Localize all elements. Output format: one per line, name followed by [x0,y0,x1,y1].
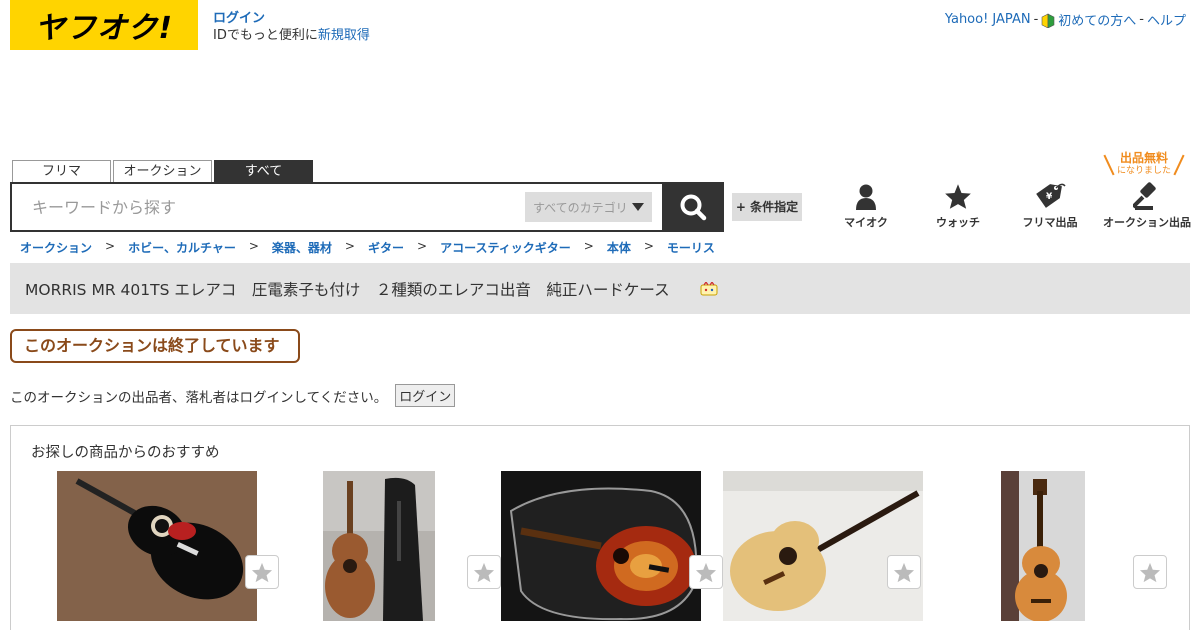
category-select-label: すべてのカテゴリ [533,200,628,215]
auction-ended-badge: このオークションは終了しています [10,329,300,363]
watch-star-button[interactable] [887,555,921,589]
recommendation-item[interactable] [723,471,945,621]
recommendation-item[interactable] [945,471,1167,621]
breadcrumb-separator: > [583,239,594,253]
breadcrumb-item[interactable]: ギター [368,239,404,256]
breadcrumb-separator: > [643,239,654,253]
recommendation-item[interactable] [501,471,723,621]
gavel-icon [1133,182,1156,210]
tab-flea-market[interactable]: フリマ [12,160,111,182]
price-tag-icon: ¥ [1036,183,1066,208]
nav-my-auction[interactable]: マイオク [820,180,912,230]
login-notice: このオークションの出品者、落札者はログインしてください。 ログイン [10,384,456,407]
star-icon [893,562,915,582]
watch-star-button[interactable] [1133,555,1167,589]
register-link[interactable]: 新規取得 [318,28,370,43]
breadcrumb-item[interactable]: ホビー、カルチャー [128,239,236,256]
search-input[interactable] [12,185,525,229]
login-promo-text: IDでもっと便利に [213,28,318,43]
breadcrumb-separator: > [105,239,116,253]
beginner-link[interactable]: 初めての方へ [1058,10,1136,29]
help-link[interactable]: ヘルプ [1147,10,1186,29]
breadcrumb: オークション > ホビー、カルチャー > 楽器、器材 > ギター > アコーステ… [20,239,715,256]
login-link[interactable]: ログイン [213,10,370,27]
breadcrumb-item[interactable]: 本体 [607,239,631,256]
breadcrumb-separator: > [344,239,355,253]
product-thumbnail[interactable] [1001,471,1085,621]
nav-auction-listing[interactable]: オークション出品 [1096,180,1198,230]
product-thumbnail[interactable] [501,471,701,621]
yahoo-japan-link[interactable]: Yahoo! JAPAN [945,12,1031,27]
login-notice-text: このオークションの出品者、落札者はログインしてください。 [10,389,388,406]
nav-icons: マイオク ウォッチ ¥ フリマ出品 オークション出品 [820,180,1198,230]
category-select[interactable]: すべてのカテゴリ [525,192,652,222]
breadcrumb-separator: > [248,239,259,253]
nav-label: ウォッチ [936,216,980,229]
watch-star-button[interactable] [467,555,501,589]
nav-label: マイオク [844,216,888,229]
nav-label: フリマ出品 [1022,216,1078,229]
search-tabs: フリマ オークション すべて [12,160,313,182]
watch-star-button[interactable] [245,555,279,589]
star-icon [473,562,495,582]
chevron-down-icon [632,203,644,211]
product-thumbnail[interactable] [57,471,257,621]
yahuoku-logo[interactable]: ヤフオク! [10,0,198,50]
nav-flea-listing[interactable]: ¥ フリマ出品 [1004,180,1096,230]
free-listing-text: 出品無料 [1119,151,1168,165]
breadcrumb-separator: > [417,239,428,253]
new-item-icon [700,281,718,295]
login-button[interactable]: ログイン [395,384,456,407]
breadcrumb-item[interactable]: アコースティックギター [440,239,571,256]
item-title: MORRIS MR 401TS エレアコ 圧電素子も付け ２種類のエレアコ出音 … [25,280,670,299]
nav-watch[interactable]: ウォッチ [912,180,1004,230]
item-title-bar: MORRIS MR 401TS エレアコ 圧電素子も付け ２種類のエレアコ出音 … [10,263,1190,314]
recommendation-item[interactable] [279,471,501,621]
condition-button[interactable]: + 条件指定 [732,193,802,221]
recommendation-panel: お探しの商品からのおすすめ [10,425,1190,630]
search-icon [680,194,707,221]
breadcrumb-item[interactable]: 楽器、器材 [272,239,332,256]
logo-text: ヤフオク! [34,11,174,46]
separator: - [1033,12,1039,27]
beginner-leaf-icon [1041,13,1055,28]
recommendation-item[interactable] [57,471,279,621]
star-icon [251,562,273,582]
tab-all[interactable]: すべて [214,160,313,182]
search-button[interactable] [662,182,724,232]
search-bar: すべてのカテゴリ [10,182,724,232]
watch-star-button[interactable] [689,555,723,589]
nav-label: オークション出品 [1103,216,1191,229]
breadcrumb-item[interactable]: モーリス [667,239,715,256]
tab-auction[interactable]: オークション [113,160,212,182]
star-icon [945,184,971,209]
top-right-links: Yahoo! JAPAN - 初めての方へ - ヘルプ [945,10,1186,29]
person-icon [856,184,876,210]
breadcrumb-item[interactable]: オークション [20,239,92,256]
free-listing-subtext: になりました [1116,166,1171,176]
free-listing-badge: 出品無料 になりました [1104,152,1184,178]
recommendation-title: お探しの商品からのおすすめ [31,445,220,461]
product-thumbnail[interactable] [723,471,923,621]
star-icon [695,562,717,582]
star-icon [1139,562,1161,582]
separator: - [1139,12,1144,27]
svg-text:¥: ¥ [1046,192,1053,202]
login-box: ログイン IDでもっと便利に新規取得 [213,10,370,44]
product-thumbnail[interactable] [323,471,435,621]
